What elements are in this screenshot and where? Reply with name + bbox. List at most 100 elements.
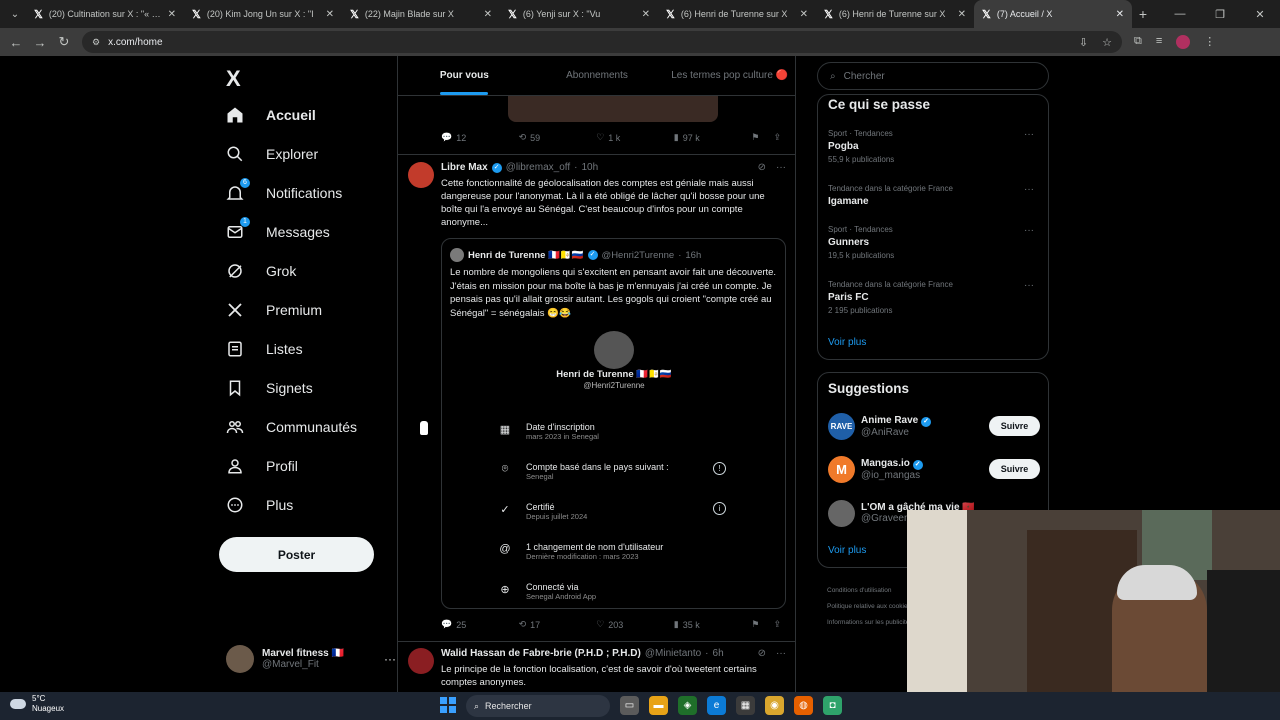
more-dots-icon[interactable]: ··· — [1024, 129, 1034, 140]
close-icon[interactable]: ✕ — [326, 9, 334, 20]
close-icon[interactable]: ✕ — [168, 9, 176, 20]
nav-item-bookmarks[interactable]: Signets — [226, 373, 313, 403]
site-info-icon[interactable]: ⚙ — [92, 37, 100, 48]
suggestion-item[interactable]: RAVE Anime Rave ✓ @AniRave Suivre — [828, 411, 1040, 441]
quoted-tweet[interactable]: Henri de Turenne 🇫🇷🇻🇦🇷🇺 ✓ @Henri2Turenne… — [441, 238, 786, 609]
media-icon[interactable]: ≡ — [1156, 35, 1162, 49]
store-icon[interactable]: ▦ — [736, 696, 755, 715]
like-button[interactable]: ♡ 1 k — [596, 132, 674, 143]
forward-icon[interactable]: → — [28, 35, 52, 50]
nav-item-premium[interactable]: Premium — [226, 295, 322, 325]
chrome-icon[interactable]: ◉ — [765, 696, 784, 715]
nav-item-communities[interactable]: Communautés — [226, 412, 357, 442]
task-view-icon[interactable]: ▭ — [620, 696, 639, 715]
more-dots-icon[interactable]: ··· — [1024, 225, 1034, 236]
close-icon[interactable]: ✕ — [1116, 9, 1124, 20]
follow-button[interactable]: Suivre — [989, 459, 1040, 479]
trend-item[interactable]: Tendance dans la catégorie France Paris … — [828, 280, 1040, 315]
install-icon[interactable]: ⇩ — [1079, 36, 1088, 49]
like-button[interactable]: ♡ 203 — [596, 619, 674, 630]
edge-icon[interactable]: e — [707, 696, 726, 715]
grok-icon[interactable]: ⊘ — [758, 648, 766, 659]
avatar[interactable] — [408, 162, 434, 188]
nav-item-lists[interactable]: Listes — [226, 334, 303, 364]
show-more-link[interactable]: Voir plus — [828, 337, 866, 348]
nav-item-messages[interactable]: 1 Messages — [226, 217, 330, 247]
reload-icon[interactable]: ↻ — [52, 34, 76, 50]
weather-widget[interactable]: 5°C Nuageux — [10, 694, 64, 714]
more-dots-icon[interactable]: ··· — [1024, 184, 1034, 195]
trend-item[interactable]: Tendance dans la catégorie France Igaman… — [828, 184, 1040, 207]
tab-for-you[interactable]: Pour vous — [398, 56, 531, 95]
author-name[interactable]: Walid Hassan de Fabre-brie (P.H.D ; P.H.… — [441, 648, 641, 659]
previous-tweet-image[interactable] — [508, 96, 718, 122]
grok-icon[interactable]: ⊘ — [758, 162, 766, 173]
firefox-icon[interactable]: ◍ — [794, 696, 813, 715]
extensions-icon[interactable]: ⧉ — [1134, 35, 1142, 49]
windows-start-icon[interactable] — [440, 697, 456, 713]
new-tab-icon[interactable]: + — [1132, 6, 1154, 22]
trend-item[interactable]: Sport · Tendances Pogba 55,9 k publicati… — [828, 129, 1040, 164]
more-dots-icon[interactable]: ··· — [776, 162, 786, 173]
file-explorer-icon[interactable]: ▬ — [649, 696, 668, 715]
star-icon[interactable]: ☆ — [1102, 36, 1112, 49]
reply-button[interactable]: 💬 25 — [441, 619, 519, 630]
search-input[interactable]: ⌕ Chercher — [817, 62, 1049, 90]
url-field[interactable]: ⚙ x.com/home ⇩ ☆ — [82, 31, 1122, 53]
close-icon[interactable]: ✕ — [958, 9, 966, 20]
nvidia-icon[interactable]: ◈ — [678, 696, 697, 715]
browser-tab-5[interactable]: 𝕏 (6) Henri de Turenne sur X ✕ — [658, 0, 816, 28]
bookmark-icon[interactable]: ⚑ — [751, 619, 759, 630]
browser-tab-2[interactable]: 𝕏 (20) Kim Jong Un sur X : "I ✕ — [184, 0, 342, 28]
close-icon[interactable]: ✕ — [484, 9, 492, 20]
tab-search-icon[interactable]: ⌄ — [4, 3, 26, 25]
x-logo-icon[interactable]: X — [226, 66, 241, 92]
browser-tab-4[interactable]: 𝕏 (6) Yenji sur X : "Vu ✕ — [500, 0, 658, 28]
menu-icon[interactable]: ⋮ — [1204, 35, 1215, 49]
browser-tab-1[interactable]: 𝕏 (20) Cultination sur X : "« C'est ✕ — [26, 0, 184, 28]
avatar[interactable] — [408, 648, 434, 674]
reply-button[interactable]: 💬 12 — [441, 132, 519, 143]
trend-item[interactable]: Sport · Tendances Gunners 19,5 k publica… — [828, 225, 1040, 260]
author-handle[interactable]: @libremax_off — [506, 162, 570, 173]
nav-item-explore[interactable]: Explorer — [226, 139, 318, 169]
views-button[interactable]: ▮ 97 k — [674, 132, 752, 143]
nav-item-grok[interactable]: Grok — [226, 256, 296, 286]
more-dots-icon[interactable]: ··· — [384, 652, 396, 666]
quote-image-card[interactable]: Henri de Turenne 🇫🇷🇻🇦🇷🇺 @Henri2Turenne ▦… — [486, 331, 742, 608]
browser-tab-3[interactable]: 𝕏 (22) Majin Blade sur X ✕ — [342, 0, 500, 28]
account-switcher[interactable]: Marvel fitness 🇫🇷 @Marvel_Fit ··· — [226, 642, 396, 676]
close-icon[interactable]: ✕ — [642, 9, 650, 20]
tab-following[interactable]: Abonnements — [531, 56, 664, 95]
repost-button[interactable]: ⟲ 17 — [519, 619, 597, 630]
follow-button[interactable]: Suivre — [989, 416, 1040, 436]
tab-pop-culture[interactable]: Les termes pop culture 🔴 — [663, 56, 795, 95]
close-icon[interactable]: ✕ — [800, 9, 808, 20]
minimize-icon[interactable]: — — [1160, 8, 1200, 20]
bookmark-icon[interactable]: ⚑ — [751, 132, 759, 143]
share-icon[interactable]: ⇪ — [773, 132, 781, 143]
profile-avatar-icon[interactable] — [1176, 35, 1191, 49]
suggestion-item[interactable]: M Mangas.io ✓ @io_mangas Suivre — [828, 454, 1040, 484]
maximize-icon[interactable]: ❐ — [1200, 8, 1240, 21]
back-icon[interactable]: ← — [4, 35, 28, 50]
window-close-icon[interactable]: ✕ — [1240, 8, 1280, 21]
author-handle[interactable]: @Minietanto — [645, 648, 701, 659]
tweet-time[interactable]: 6h — [713, 648, 724, 659]
views-button[interactable]: ▮ 35 k — [674, 619, 752, 630]
nav-item-profile[interactable]: Profil — [226, 451, 298, 481]
tweet-time[interactable]: 10h — [581, 162, 598, 173]
app-icon[interactable]: ◘ — [823, 696, 842, 715]
post-button[interactable]: Poster — [219, 537, 374, 572]
author-name[interactable]: Libre Max — [441, 162, 488, 173]
taskbar-search[interactable]: ⌕ Rechercher — [466, 695, 610, 717]
repost-button[interactable]: ⟲ 59 — [519, 132, 597, 143]
nav-item-more[interactable]: Plus — [226, 490, 293, 520]
browser-tab-6[interactable]: 𝕏 (6) Henri de Turenne sur X ✕ — [816, 0, 974, 28]
browser-tab-active[interactable]: 𝕏 (7) Accueil / X ✕ — [974, 0, 1132, 28]
show-more-link[interactable]: Voir plus — [828, 545, 866, 556]
more-dots-icon[interactable]: ··· — [776, 648, 786, 659]
more-dots-icon[interactable]: ··· — [1024, 280, 1034, 291]
nav-item-home[interactable]: Accueil — [226, 100, 316, 130]
share-icon[interactable]: ⇪ — [773, 619, 781, 630]
